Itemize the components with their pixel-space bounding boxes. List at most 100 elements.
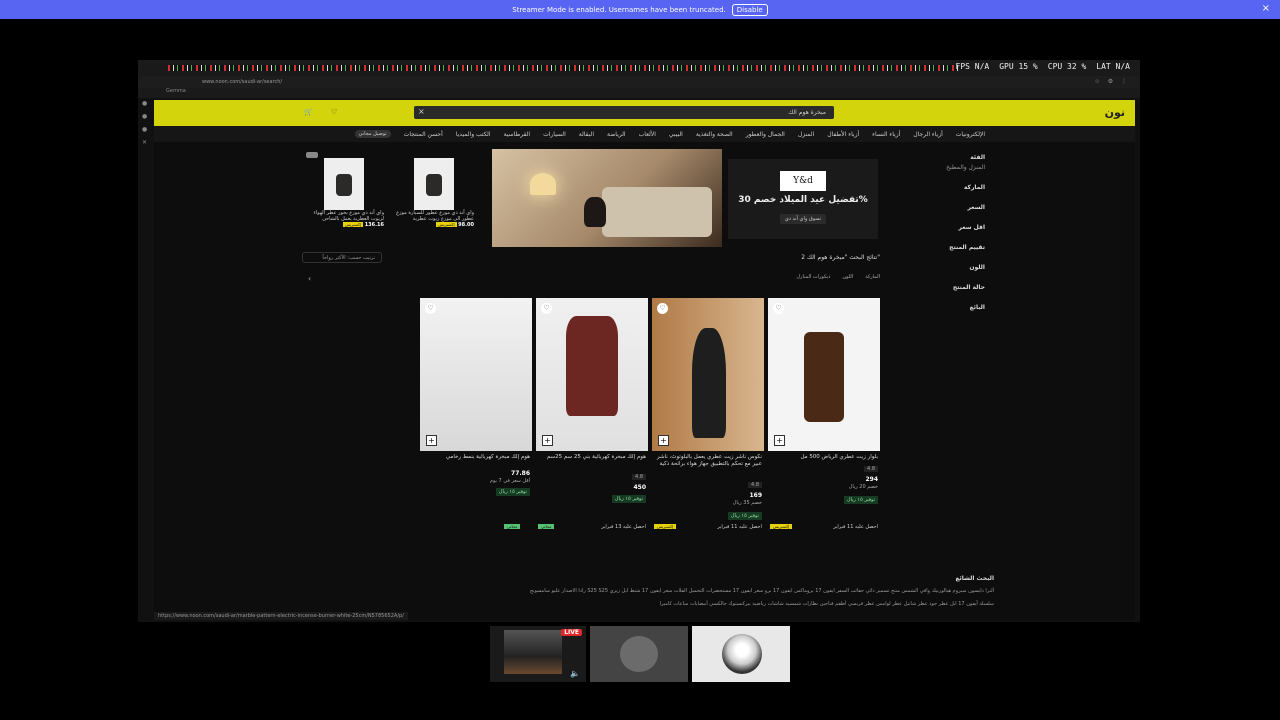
express-badge: إكسبريس	[342, 222, 364, 227]
noon-page: 🛒 ♡ × مبخرة هوم الك نون الإلكترونيات أزي…	[154, 100, 1135, 620]
product-card[interactable]: ♡ + هوم إلك مبخرة كهربائية بني 25 سم 25س…	[536, 298, 648, 534]
nav-item[interactable]: أزياء الأطفال	[827, 131, 859, 138]
wishlist-heart-icon[interactable]: ♡	[425, 303, 436, 314]
performance-overlay: FPS N/A GPU 15 % CPU 32 % LAT N/A	[138, 60, 1140, 76]
address-bar[interactable]: www.noon.com/saudi-ar/search/	[202, 79, 282, 85]
product-price: 450	[633, 484, 646, 491]
product-thumbnail[interactable]	[414, 158, 454, 210]
filter-price[interactable]: السعر	[905, 204, 985, 211]
promo-banner[interactable]: Y&d تفضيل عيد الميلاد خصم 30% تسوق واي آ…	[492, 149, 878, 247]
rating-badge: 4.8	[748, 482, 762, 488]
wishlist-heart-icon[interactable]: ♡	[657, 303, 668, 314]
chip-category[interactable]: ديكورات المنازل	[796, 274, 830, 280]
nav-item[interactable]: الصحة والتغذية	[696, 131, 733, 138]
x-icon[interactable]: ✕	[142, 139, 154, 146]
free-delivery-badge[interactable]: توصيل مجاني	[354, 130, 391, 138]
product-title[interactable]: هوم إلك مبخرة كهربائية بنمط رخامي	[420, 454, 530, 461]
nav-item[interactable]: الألعاب	[639, 131, 656, 138]
banner-headline: تفضيل عيد الميلاد خصم 30%	[738, 195, 868, 205]
deal-badge: توفير ١٥ ريال	[843, 496, 878, 504]
streamer-mode-message: Streamer Mode is enabled. Usernames have…	[512, 5, 726, 14]
filter-brand[interactable]: الماركة	[905, 184, 985, 191]
nav-item[interactable]: الرياضة	[607, 131, 626, 138]
toolbar-icons[interactable]: ☆ ⚙ ⋮	[1094, 78, 1130, 85]
sponsored-product[interactable]: واي آند دي موزع عطور للسيارة موزع عطور ا…	[394, 158, 474, 228]
product-thumbnail[interactable]	[324, 158, 364, 210]
latency-readout: LAT N/A	[1096, 62, 1130, 71]
product-title[interactable]: واي آند دي موزع عطور للسيارة موزع عطور ا…	[394, 210, 474, 222]
popular-searches-row[interactable]: سلسلة آيفون 17 ابل عطر جود عطر شانيل عطر…	[304, 598, 994, 611]
stream-preview[interactable]	[504, 630, 562, 674]
sponsored-product[interactable]: واي آند دي موزع بخور عطر الهواء لزيوت ال…	[304, 158, 384, 228]
product-title[interactable]: واي آند دي موزع بخور عطر الهواء لزيوت ال…	[304, 210, 384, 222]
diffuser-illustration	[692, 328, 726, 438]
search-input[interactable]: × مبخرة هوم الك	[414, 106, 834, 119]
avatar	[722, 634, 762, 674]
product-image[interactable]	[652, 298, 764, 451]
speaker-icon[interactable]: 🔈	[570, 669, 580, 678]
add-to-cart-button[interactable]: +	[774, 435, 785, 446]
nav-item[interactable]: الجمال والعطور	[746, 131, 785, 138]
filter-seller[interactable]: البائع	[905, 304, 985, 311]
live-badge: LIVE	[561, 629, 582, 636]
banner-cta-button[interactable]: تسوق واي آند دي	[779, 214, 827, 224]
product-title[interactable]: هوم إلك مبخرة كهربائية بني 25 سم 25سم	[536, 454, 646, 461]
nav-item[interactable]: أزياء الرجال	[913, 131, 943, 138]
nav-item[interactable]: المنزل	[798, 131, 814, 138]
nav-item[interactable]: البيبي	[669, 131, 683, 138]
status-url: https://www.noon.com/saudi-ar/marble-pat…	[154, 612, 408, 620]
deal-badge: توفير ١٥ ريال	[727, 512, 762, 520]
disable-button[interactable]: Disable	[731, 3, 768, 16]
filter-category[interactable]: الفئة	[905, 154, 985, 161]
product-title[interactable]: نكوس ناشر زيت عطري يعمل بالبلوتوث، ناشر …	[652, 454, 762, 468]
chip-color[interactable]: اللون	[842, 274, 853, 280]
chevron-left-icon[interactable]: ‹	[308, 274, 311, 283]
add-to-cart-button[interactable]: +	[658, 435, 669, 446]
streamer-mode-bar: Streamer Mode is enabled. Usernames have…	[0, 0, 1280, 19]
wishlist-heart-icon[interactable]: ♡	[541, 303, 552, 314]
header-icons[interactable]: 🛒 ♡	[304, 108, 345, 116]
product-image[interactable]	[536, 298, 648, 451]
nav-item[interactable]: البقالة	[579, 131, 594, 138]
product-card[interactable]: ♡ + نكوس ناشر زيت عطري يعمل بالبلوتوث، ن…	[652, 298, 764, 534]
nav-item[interactable]: أحسن المنتجات	[404, 131, 443, 138]
participant-tile[interactable]	[590, 626, 688, 682]
nav-item[interactable]: السيارات	[543, 131, 566, 138]
filter-condition[interactable]: حالة المنتج	[905, 284, 985, 291]
filter-chips: الماركة اللون ديكورات المنازل	[796, 274, 880, 280]
delivery-date: احصل عليه 11 فبراير	[717, 524, 762, 530]
nav-item[interactable]: القرطاسية	[504, 131, 531, 138]
stream-window: FPS N/A GPU 15 % CPU 32 % LAT N/A www.no…	[138, 60, 1140, 622]
discount-note: خصم 35 ريال	[732, 500, 762, 506]
chat-icon[interactable]: ●	[142, 113, 154, 120]
noon-logo[interactable]: نون	[1105, 106, 1125, 119]
chip-brand[interactable]: الماركة	[865, 274, 880, 280]
filter-category-value[interactable]: المنزل والمطبخ	[905, 164, 985, 171]
product-image[interactable]	[420, 298, 532, 451]
home-icon[interactable]: ●	[142, 100, 154, 107]
delivery-date: احصل عليه 11 فبراير	[833, 524, 878, 530]
add-to-cart-button[interactable]: +	[426, 435, 437, 446]
product-card[interactable]: ♡ + هوم إلك مبخرة كهربائية بنمط رخامي 77…	[420, 298, 532, 534]
wishlist-heart-icon[interactable]: ♡	[773, 303, 784, 314]
nav-item[interactable]: الإلكترونيات	[956, 131, 985, 138]
nav-item[interactable]: الكتب والميديا	[456, 131, 491, 138]
clear-search-icon[interactable]: ×	[418, 107, 425, 116]
whatsapp-icon[interactable]: ●	[142, 126, 154, 133]
sort-dropdown[interactable]: ترتيب حسب: الأكثر رواجاً	[302, 252, 382, 263]
participant-tile[interactable]	[692, 626, 790, 682]
banner-image[interactable]	[492, 149, 722, 247]
add-to-cart-button[interactable]: +	[542, 435, 553, 446]
filters-sidebar: الفئة المنزل والمطبخ الماركة السعر اقل س…	[905, 154, 985, 324]
popular-searches-row[interactable]: رادا الاصدار عليو سامسونج S25 S25 ألترا …	[304, 585, 994, 598]
nav-item[interactable]: أزياء النساء	[872, 131, 900, 138]
close-icon[interactable]: ×	[1262, 3, 1270, 14]
product-card[interactable]: ♡ + بلوار زيت عطري الرياض 500 مل 4.8 294…	[768, 298, 880, 534]
product-title[interactable]: بلوار زيت عطري الرياض 500 مل	[768, 454, 878, 461]
bookmark-item[interactable]: Gemma	[166, 88, 186, 94]
filter-color[interactable]: اللون	[905, 264, 985, 271]
product-image[interactable]	[768, 298, 880, 451]
stream-thumbnail-live[interactable]: LIVE 🔈	[490, 626, 586, 682]
filter-lowest-price[interactable]: اقل سعر	[905, 224, 985, 231]
filter-rating[interactable]: تقييم المنتج	[905, 244, 985, 251]
